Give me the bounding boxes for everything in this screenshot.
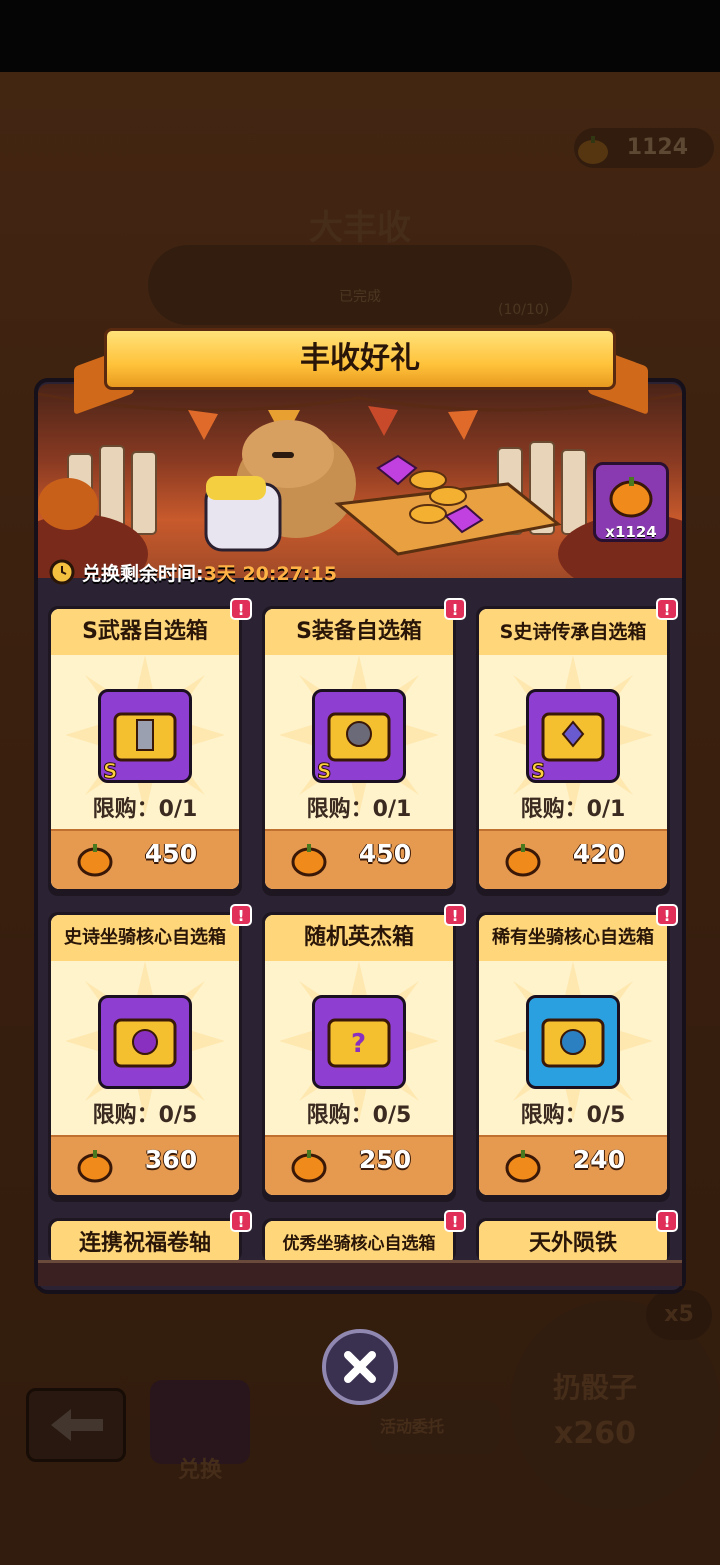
shop-item-card[interactable]: S武器自选箱 S 限购：0/1 450 ! bbox=[48, 598, 252, 896]
alert-badge-icon: ! bbox=[656, 904, 678, 926]
svg-text:?: ? bbox=[351, 1029, 366, 1059]
random-hero-chest-icon: ? bbox=[312, 995, 406, 1089]
svg-text:S: S bbox=[317, 759, 331, 780]
item-title: 天外陨铁 bbox=[528, 1231, 617, 1256]
shop-item-card[interactable]: 史诗坐骑核心自选箱 限购：0/5 360 ! bbox=[48, 904, 252, 1202]
shop-item-card[interactable]: S史诗传承自选箱 S 限购：0/1 420 ! bbox=[476, 598, 678, 896]
purchase-limit: 限购：0/5 bbox=[92, 1103, 198, 1128]
item-price: 450 bbox=[144, 839, 198, 868]
item-price: 450 bbox=[358, 839, 412, 868]
pumpkin-icon bbox=[291, 1147, 327, 1187]
item-title: S装备自选箱 bbox=[296, 619, 422, 644]
alert-badge-icon: ! bbox=[230, 904, 252, 926]
s-weapon-chest-icon: S bbox=[98, 689, 192, 784]
pumpkin-icon bbox=[505, 841, 541, 881]
purchase-limit: 限购：0/5 bbox=[306, 1103, 412, 1128]
shop-item-card[interactable]: 随机英杰箱 ? 限购：0/5 250 ! bbox=[262, 904, 466, 1202]
harvest-scene-illustration bbox=[38, 392, 682, 578]
item-title: 优秀坐骑核心自选箱 bbox=[282, 1234, 436, 1254]
status-bar-area bbox=[0, 0, 720, 72]
shop-item-card[interactable]: 天外陨铁 ! bbox=[476, 1210, 678, 1265]
purchase-limit: 限购：0/5 bbox=[520, 1103, 626, 1128]
alert-badge-icon: ! bbox=[230, 598, 252, 620]
svg-text:S: S bbox=[531, 759, 545, 780]
shop-item-card[interactable]: 连携祝福卷轴 ! bbox=[48, 1210, 252, 1265]
purchase-limit: 限购：0/1 bbox=[92, 797, 198, 822]
currency-count: x1124 bbox=[605, 523, 657, 541]
stopwatch-icon bbox=[48, 557, 76, 589]
epic-mount-core-chest-icon bbox=[98, 995, 192, 1089]
item-title: 连携祝福卷轴 bbox=[78, 1231, 211, 1256]
item-price: 240 bbox=[572, 1145, 626, 1174]
item-title: 稀有坐骑核心自选箱 bbox=[492, 927, 654, 948]
item-title: S武器自选箱 bbox=[82, 619, 208, 644]
timer-value: 3天 20:27:15 bbox=[203, 563, 337, 585]
purchase-limit: 限购：0/1 bbox=[520, 797, 626, 822]
svg-text:S: S bbox=[103, 759, 117, 780]
shop-item-card[interactable]: S装备自选箱 S 限购：0/1 450 ! bbox=[262, 598, 466, 896]
rare-mount-core-chest-icon bbox=[526, 995, 620, 1089]
pumpkin-icon bbox=[291, 841, 327, 881]
exchange-timer: 兑换剩余时间:3天 20:27:15 bbox=[82, 559, 337, 586]
pumpkin-icon bbox=[77, 1147, 113, 1187]
item-price: 360 bbox=[144, 1145, 198, 1174]
item-title: 随机英杰箱 bbox=[303, 925, 414, 950]
s-gear-chest-icon: S bbox=[312, 689, 406, 784]
dialog-title: 丰收好礼 bbox=[104, 328, 616, 390]
item-title: 史诗坐骑核心自选箱 bbox=[64, 927, 226, 948]
alert-badge-icon: ! bbox=[230, 1210, 252, 1232]
alert-badge-icon: ! bbox=[444, 1210, 466, 1232]
pumpkin-icon bbox=[609, 477, 653, 518]
item-title: S史诗传承自选箱 bbox=[499, 621, 647, 643]
close-button[interactable] bbox=[322, 1329, 398, 1405]
close-icon bbox=[344, 1351, 376, 1383]
shop-item-card[interactable]: 优秀坐骑核心自选箱 ! bbox=[262, 1210, 466, 1265]
shop-item-card[interactable]: 稀有坐骑核心自选箱 限购：0/5 240 ! bbox=[476, 904, 678, 1202]
item-price: 250 bbox=[358, 1145, 412, 1174]
alert-badge-icon: ! bbox=[656, 598, 678, 620]
purchase-limit: 限购：0/1 bbox=[306, 797, 412, 822]
alert-badge-icon: ! bbox=[656, 1210, 678, 1232]
item-price: 420 bbox=[572, 839, 626, 868]
timer-label: 兑换剩余时间: bbox=[82, 563, 204, 585]
s-epic-legacy-chest-icon: S bbox=[526, 689, 620, 784]
dialog-bottom-edge bbox=[38, 1260, 682, 1286]
dialog-banner-art bbox=[38, 384, 682, 578]
alert-badge-icon: ! bbox=[444, 598, 466, 620]
alert-badge-icon: ! bbox=[444, 904, 466, 926]
pumpkin-icon bbox=[505, 1147, 541, 1187]
pumpkin-icon bbox=[77, 841, 113, 881]
